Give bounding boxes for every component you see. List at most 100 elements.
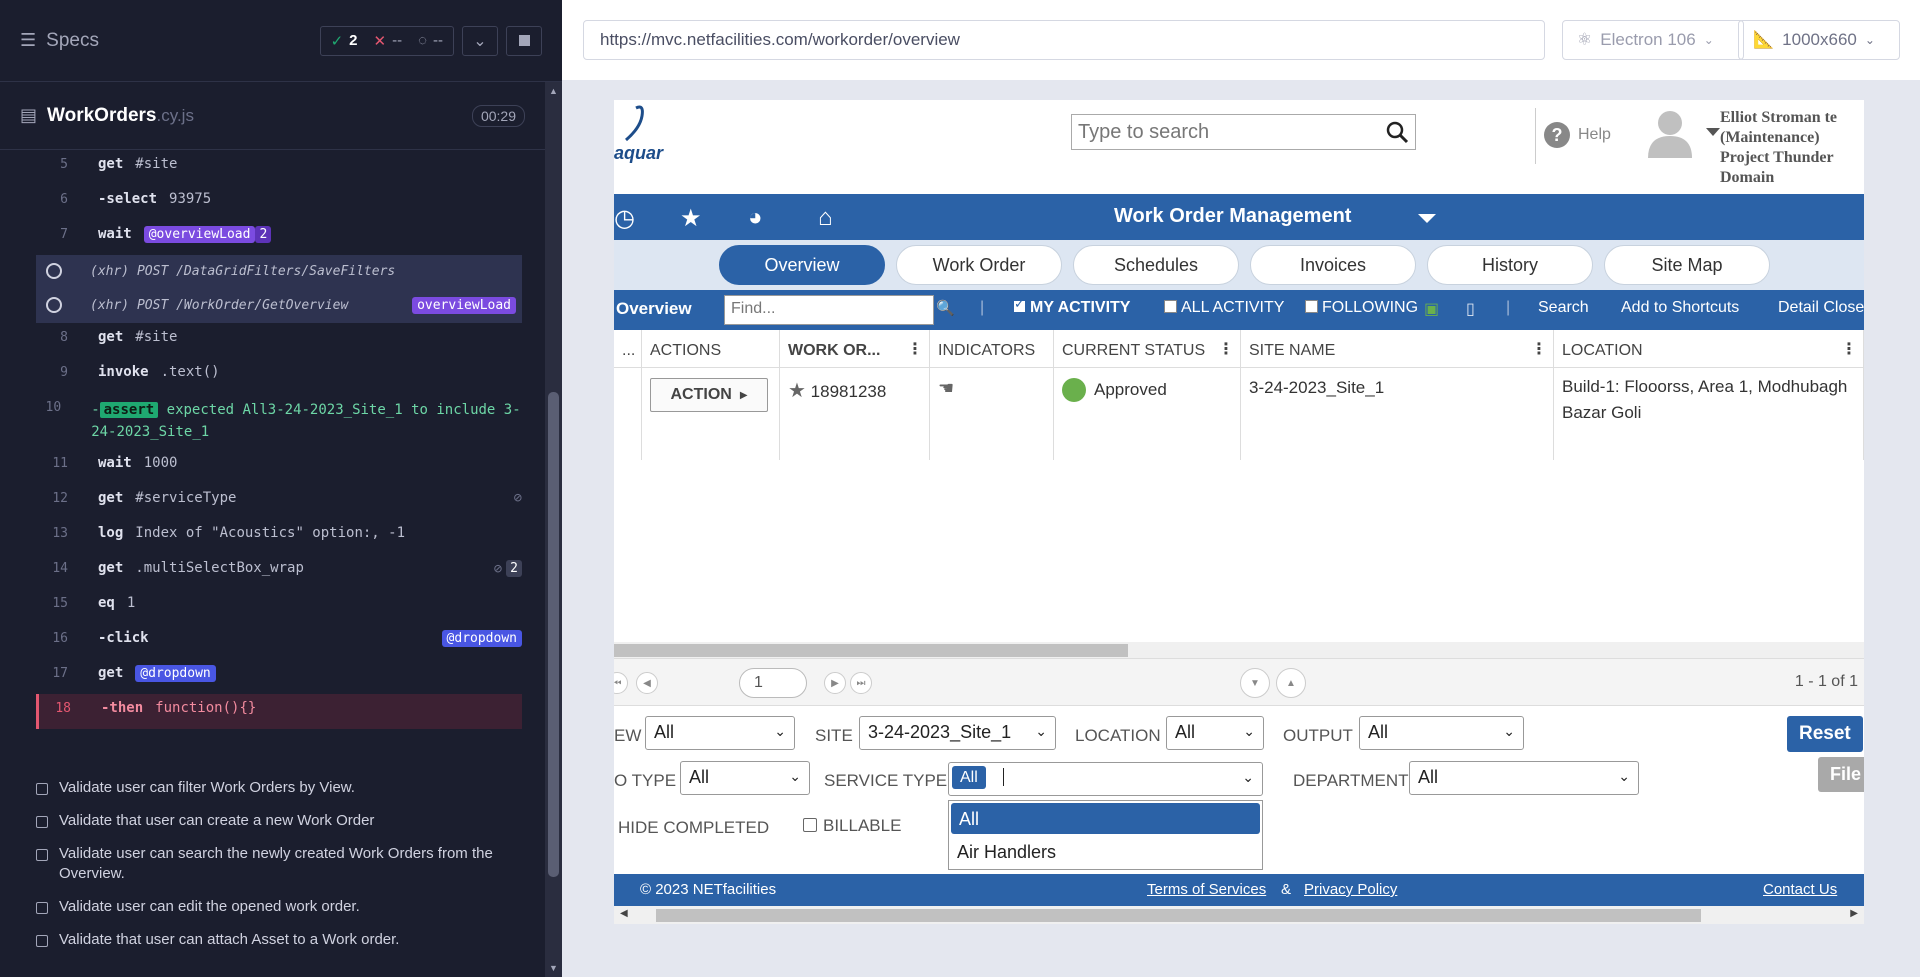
- module-caret-icon[interactable]: [1418, 214, 1436, 223]
- command-row[interactable]: 6 -select 93975: [36, 185, 522, 220]
- global-search-input[interactable]: Type to search: [1071, 114, 1416, 150]
- privacy-link[interactable]: Privacy Policy: [1304, 881, 1397, 898]
- scrollbar-thumb[interactable]: [548, 392, 559, 877]
- command-row[interactable]: 15 eq 1: [36, 589, 522, 624]
- page-horizontal-scrollbar[interactable]: ◀ ▶: [614, 906, 1864, 924]
- terms-link[interactable]: Terms of Services: [1147, 881, 1266, 898]
- scrollbar-thumb[interactable]: [656, 909, 1701, 922]
- column-menu-icon[interactable]: ⋮: [1841, 339, 1857, 359]
- xhr-row[interactable]: (xhr) POST /DataGridFilters/SaveFilters: [36, 255, 522, 289]
- billable-checkbox[interactable]: BILLABLE: [803, 816, 901, 836]
- xhr-row[interactable]: (xhr) POST /WorkOrder/GetOverview overvi…: [36, 289, 522, 323]
- site-select[interactable]: 3-24-2023_Site_1 ⌄: [859, 716, 1056, 750]
- location-select[interactable]: All ⌄: [1166, 716, 1264, 750]
- scroll-left-icon[interactable]: ◀: [620, 908, 628, 919]
- command-row[interactable]: 17 get @dropdown: [36, 659, 522, 694]
- grid-horizontal-scrollbar[interactable]: [614, 642, 1864, 658]
- work-order-number[interactable]: 18981238: [811, 382, 887, 401]
- dropdown-option[interactable]: All: [951, 803, 1260, 834]
- following-checkbox[interactable]: FOLLOWING: [1305, 299, 1418, 317]
- scroll-right-icon[interactable]: ▶: [1850, 908, 1858, 919]
- column-header-work-order[interactable]: WORK OR... ⋮: [780, 330, 930, 368]
- module-title[interactable]: Work Order Management: [1114, 205, 1351, 228]
- test-item[interactable]: Validate user can edit the opened work o…: [36, 897, 546, 917]
- command-row[interactable]: 13 log Index of "Acoustics" option:, -1: [36, 519, 522, 554]
- test-item[interactable]: Validate that user can attach Asset to a…: [36, 930, 546, 950]
- command-row[interactable]: 9 invoke .text(): [36, 358, 522, 393]
- tab-schedules[interactable]: Schedules: [1073, 245, 1239, 285]
- column-header-indicators[interactable]: INDICATORS: [930, 330, 1054, 368]
- excel-export-icon[interactable]: ▣: [1424, 299, 1439, 319]
- command-row[interactable]: 12 get #serviceType ⊘: [36, 484, 522, 519]
- column-header-site[interactable]: SITE NAME ⋮: [1241, 330, 1554, 368]
- test-item[interactable]: Validate user can filter Work Orders by …: [36, 778, 546, 798]
- find-input[interactable]: Find...: [724, 295, 934, 325]
- expand-up-icon[interactable]: ▲: [1276, 668, 1306, 698]
- wo-type-select[interactable]: All ⌄: [680, 761, 810, 795]
- history-clock-icon[interactable]: ◷: [614, 204, 635, 233]
- url-bar[interactable]: https://mvc.netfacilities.com/workorder/…: [583, 20, 1545, 60]
- viewport-selector[interactable]: 📐 1000x660 ⌄: [1738, 20, 1900, 60]
- scrollbar-thumb[interactable]: [614, 644, 1128, 657]
- specs-label[interactable]: Specs: [46, 30, 99, 52]
- spec-header[interactable]: ▤ WorkOrders .cy.js 00:29: [0, 82, 545, 150]
- page-number-input[interactable]: 1: [739, 668, 807, 698]
- contact-link[interactable]: Contact Us: [1763, 881, 1837, 898]
- detail-close-link[interactable]: Detail Close: [1778, 299, 1864, 317]
- view-select[interactable]: All ⌄: [645, 716, 795, 750]
- column-header-location[interactable]: LOCATION ⋮: [1554, 330, 1864, 368]
- test-item[interactable]: Validate user can search the newly creat…: [36, 844, 546, 884]
- find-search-icon[interactable]: 🔍: [936, 299, 955, 317]
- follow-star-icon[interactable]: ★: [788, 380, 806, 402]
- tab-site-map[interactable]: Site Map: [1604, 245, 1770, 285]
- last-page-icon[interactable]: ⏭: [850, 672, 872, 694]
- collapse-down-icon[interactable]: ▼: [1240, 668, 1270, 698]
- action-button[interactable]: ACTION ▶: [650, 378, 768, 412]
- user-menu[interactable]: Elliot Stroman te (Maintenance) Project …: [1646, 108, 1837, 188]
- first-page-icon[interactable]: ⏮: [614, 672, 628, 694]
- add-shortcuts-link[interactable]: Add to Shortcuts: [1621, 299, 1739, 317]
- command-row-failed[interactable]: 18 -then function(){}: [36, 694, 522, 729]
- search-link[interactable]: Search: [1538, 299, 1589, 317]
- column-menu-icon[interactable]: ⋮: [1218, 339, 1234, 359]
- scroll-down-icon[interactable]: ▼: [549, 963, 558, 973]
- command-row[interactable]: 11 wait 1000: [36, 449, 522, 484]
- pdf-export-icon[interactable]: ▯: [1466, 299, 1475, 319]
- home-icon[interactable]: ⌂: [818, 204, 833, 232]
- help-link[interactable]: ? Help: [1544, 122, 1611, 148]
- next-page-icon[interactable]: ▶: [824, 672, 846, 694]
- command-row[interactable]: 10 - assert expected All3-24-2023_Site_1 …: [36, 393, 522, 449]
- output-select[interactable]: All ⌄: [1359, 716, 1524, 750]
- collapse-all-button[interactable]: ⌄: [462, 25, 498, 56]
- command-row[interactable]: 14 get .multiSelectBox_wrap ⊘ 2: [36, 554, 522, 589]
- command-row[interactable]: 7 wait @overviewLoad 2: [36, 220, 522, 255]
- all-activity-checkbox[interactable]: ALL ACTIVITY: [1164, 299, 1284, 317]
- command-row[interactable]: 5 get #site: [36, 150, 522, 185]
- tab-work-order[interactable]: Work Order: [896, 245, 1062, 285]
- company-logo[interactable]: aquar: [614, 104, 674, 164]
- command-row[interactable]: 16 -click @dropdown: [36, 624, 522, 659]
- favorites-star-icon[interactable]: ★: [680, 204, 702, 233]
- search-icon[interactable]: [1385, 120, 1409, 144]
- test-item[interactable]: Validate that user can create a new Work…: [36, 811, 546, 831]
- column-header-status[interactable]: CURRENT STATUS ⋮: [1054, 330, 1241, 368]
- browser-selector[interactable]: ⚛ Electron 106 ⌄: [1562, 20, 1744, 60]
- column-menu-icon[interactable]: ⋮: [1531, 339, 1547, 359]
- command-row[interactable]: 8 get #site: [36, 323, 522, 358]
- reset-button[interactable]: Reset: [1787, 716, 1863, 752]
- prev-page-icon[interactable]: ◀: [636, 672, 658, 694]
- my-activity-checkbox[interactable]: MY ACTIVITY: [1013, 296, 1130, 317]
- user-caret-icon[interactable]: [1706, 128, 1720, 136]
- column-header-actions[interactable]: ACTIONS: [642, 330, 780, 368]
- reporter-scrollbar[interactable]: ▲ ▼: [545, 82, 562, 977]
- stop-button[interactable]: [506, 25, 542, 56]
- tab-history[interactable]: History: [1427, 245, 1593, 285]
- file-button[interactable]: File: [1818, 757, 1864, 792]
- column-menu-icon[interactable]: ⋮: [907, 339, 923, 359]
- selected-chip[interactable]: All: [952, 766, 986, 789]
- indicator-hand-icon[interactable]: ☚: [938, 378, 954, 398]
- dropdown-option[interactable]: Air Handlers: [949, 836, 1262, 868]
- column-header[interactable]: ...: [614, 330, 642, 368]
- specs-menu-icon[interactable]: ☰: [20, 30, 36, 51]
- department-select[interactable]: All ⌄: [1409, 761, 1639, 795]
